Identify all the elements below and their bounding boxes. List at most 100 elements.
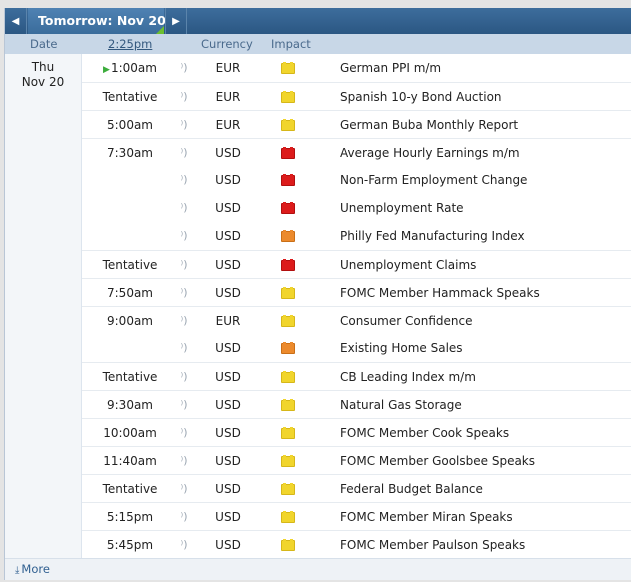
event-title[interactable]: FOMC Member Goolsbee Speaks: [340, 447, 535, 475]
event-time-text: 5:15pm: [106, 510, 154, 524]
impact-low-icon[interactable]: [281, 119, 295, 131]
sound-alert-icon[interactable]: ⁾): [179, 222, 189, 250]
event-row[interactable]: Tentative ⁾) USD Unemployment Claims: [82, 250, 631, 278]
sound-alert-icon[interactable]: ⁾): [179, 419, 189, 447]
event-title[interactable]: Non-Farm Employment Change: [340, 166, 527, 194]
event-currency: USD: [215, 229, 241, 243]
sound-alert-icon[interactable]: ⁾): [179, 391, 189, 419]
impact-high-icon[interactable]: [281, 174, 295, 186]
impact-low-icon[interactable]: [281, 427, 295, 439]
impact-cell: [281, 251, 297, 279]
event-title[interactable]: FOMC Member Paulson Speaks: [340, 531, 525, 559]
sound-alert-icon[interactable]: ⁾): [179, 166, 189, 194]
event-title[interactable]: Unemployment Rate: [340, 194, 464, 222]
event-title[interactable]: Philly Fed Manufacturing Index: [340, 222, 525, 250]
event-time: [82, 166, 178, 194]
event-row[interactable]: 7:30am ⁾) USD Average Hourly Earnings m/m: [82, 138, 631, 166]
nav-title-tab[interactable]: Tomorrow: Nov 20: [28, 8, 166, 34]
event-row[interactable]: 7:50am ⁾) USD FOMC Member Hammack Speaks: [82, 278, 631, 306]
impact-high-icon[interactable]: [281, 147, 295, 159]
event-row[interactable]: 5:15pm ⁾) USD FOMC Member Miran Speaks: [82, 502, 631, 530]
event-row[interactable]: 5:00am ⁾) EUR German Buba Monthly Report: [82, 110, 631, 138]
more-link[interactable]: ⤓ More: [15, 559, 50, 581]
impact-low-icon[interactable]: [281, 399, 295, 411]
event-title[interactable]: FOMC Member Miran Speaks: [340, 503, 513, 531]
event-title[interactable]: Average Hourly Earnings m/m: [340, 139, 520, 167]
event-row[interactable]: Tentative ⁾) USD Federal Budget Balance: [82, 474, 631, 502]
date-day: Nov 20: [21, 75, 65, 89]
download-arrow-icon: ⤓: [15, 565, 20, 576]
sound-alert-icon[interactable]: ⁾): [179, 363, 189, 391]
event-time-text: Tentative: [102, 482, 158, 496]
event-title[interactable]: Natural Gas Storage: [340, 391, 462, 419]
sound-alert-icon[interactable]: ⁾): [179, 279, 189, 307]
impact-cell: [281, 111, 297, 139]
impact-medium-icon[interactable]: [281, 230, 295, 242]
sound-alert-icon[interactable]: ⁾): [179, 334, 189, 362]
impact-low-icon[interactable]: [281, 315, 295, 327]
event-row[interactable]: 5:45pm ⁾) USD FOMC Member Paulson Speaks: [82, 530, 631, 558]
sound-alert-icon[interactable]: ⁾): [179, 531, 189, 559]
event-title[interactable]: CB Leading Index m/m: [340, 363, 476, 391]
event-title[interactable]: German Buba Monthly Report: [340, 111, 518, 139]
event-title[interactable]: Unemployment Claims: [340, 251, 476, 279]
calendar-widget: ◀ Tomorrow: Nov 20 ▶ Date 2:25pm Currenc…: [4, 8, 631, 580]
event-time: 10:00am: [82, 419, 178, 447]
impact-high-icon[interactable]: [281, 259, 295, 271]
event-row[interactable]: 9:30am ⁾) USD Natural Gas Storage: [82, 390, 631, 418]
event-row[interactable]: 11:40am ⁾) USD FOMC Member Goolsbee Speaks: [82, 446, 631, 474]
column-header: Date 2:25pm Currency Impact: [5, 34, 631, 54]
event-title[interactable]: Spanish 10-y Bond Auction: [340, 83, 502, 111]
sound-alert-icon[interactable]: ⁾): [179, 111, 189, 139]
sound-alert-icon[interactable]: ⁾): [179, 251, 189, 279]
sound-alert-icon[interactable]: ⁾): [179, 194, 189, 222]
chevron-left-icon: ◀: [11, 15, 20, 27]
sound-alert-icon[interactable]: ⁾): [179, 447, 189, 475]
sound-alert-icon[interactable]: ⁾): [179, 54, 189, 82]
impact-low-icon[interactable]: [281, 371, 295, 383]
chevron-right-icon: ▶: [172, 15, 180, 27]
event-time: 9:00am: [82, 307, 178, 335]
impact-cell: [281, 279, 297, 307]
sound-alert-icon[interactable]: ⁾): [179, 83, 189, 111]
event-title[interactable]: German PPI m/m: [340, 54, 441, 82]
date-weekday: Thu: [31, 60, 55, 74]
event-currency: USD: [215, 510, 241, 524]
event-title[interactable]: FOMC Member Hammack Speaks: [340, 279, 540, 307]
impact-low-icon[interactable]: [281, 287, 295, 299]
event-row[interactable]: ⁾) USD Unemployment Rate: [82, 194, 631, 222]
previous-day-button[interactable]: ◀: [5, 8, 27, 34]
event-row[interactable]: Tentative ⁾) EUR Spanish 10-y Bond Auction: [82, 82, 631, 110]
sound-alert-icon[interactable]: ⁾): [179, 307, 189, 335]
event-title[interactable]: FOMC Member Cook Speaks: [340, 419, 509, 447]
impact-medium-icon[interactable]: [281, 342, 295, 354]
sound-alert-icon[interactable]: ⁾): [179, 475, 189, 503]
event-row[interactable]: 10:00am ⁾) USD FOMC Member Cook Speaks: [82, 418, 631, 446]
current-time-link[interactable]: 2:25pm: [108, 34, 152, 54]
impact-high-icon[interactable]: [281, 202, 295, 214]
event-currency: USD: [215, 482, 241, 496]
event-row[interactable]: ▶1:00am ⁾) EUR German PPI m/m: [82, 54, 631, 82]
impact-low-icon[interactable]: [281, 455, 295, 467]
event-title[interactable]: Consumer Confidence: [340, 307, 472, 335]
event-title[interactable]: Existing Home Sales: [340, 334, 463, 362]
impact-cell: [281, 54, 297, 82]
event-currency: USD: [215, 538, 241, 552]
event-row[interactable]: 9:00am ⁾) EUR Consumer Confidence: [82, 306, 631, 334]
event-row[interactable]: ⁾) USD Non-Farm Employment Change: [82, 166, 631, 194]
event-row[interactable]: ⁾) USD Philly Fed Manufacturing Index: [82, 222, 631, 250]
sound-alert-icon[interactable]: ⁾): [179, 503, 189, 531]
impact-low-icon[interactable]: [281, 483, 295, 495]
next-day-button[interactable]: ▶: [165, 8, 187, 34]
impact-low-icon[interactable]: [281, 62, 295, 74]
event-row[interactable]: Tentative ⁾) USD CB Leading Index m/m: [82, 362, 631, 390]
sound-alert-icon[interactable]: ⁾): [179, 139, 189, 167]
impact-low-icon[interactable]: [281, 91, 295, 103]
event-title[interactable]: Federal Budget Balance: [340, 475, 483, 503]
event-row[interactable]: ⁾) USD Existing Home Sales: [82, 334, 631, 362]
event-time-text: Tentative: [102, 90, 158, 104]
impact-cell: [281, 222, 297, 250]
impact-low-icon[interactable]: [281, 511, 295, 523]
impact-low-icon[interactable]: [281, 539, 295, 551]
event-time-text: 7:50am: [107, 286, 153, 300]
